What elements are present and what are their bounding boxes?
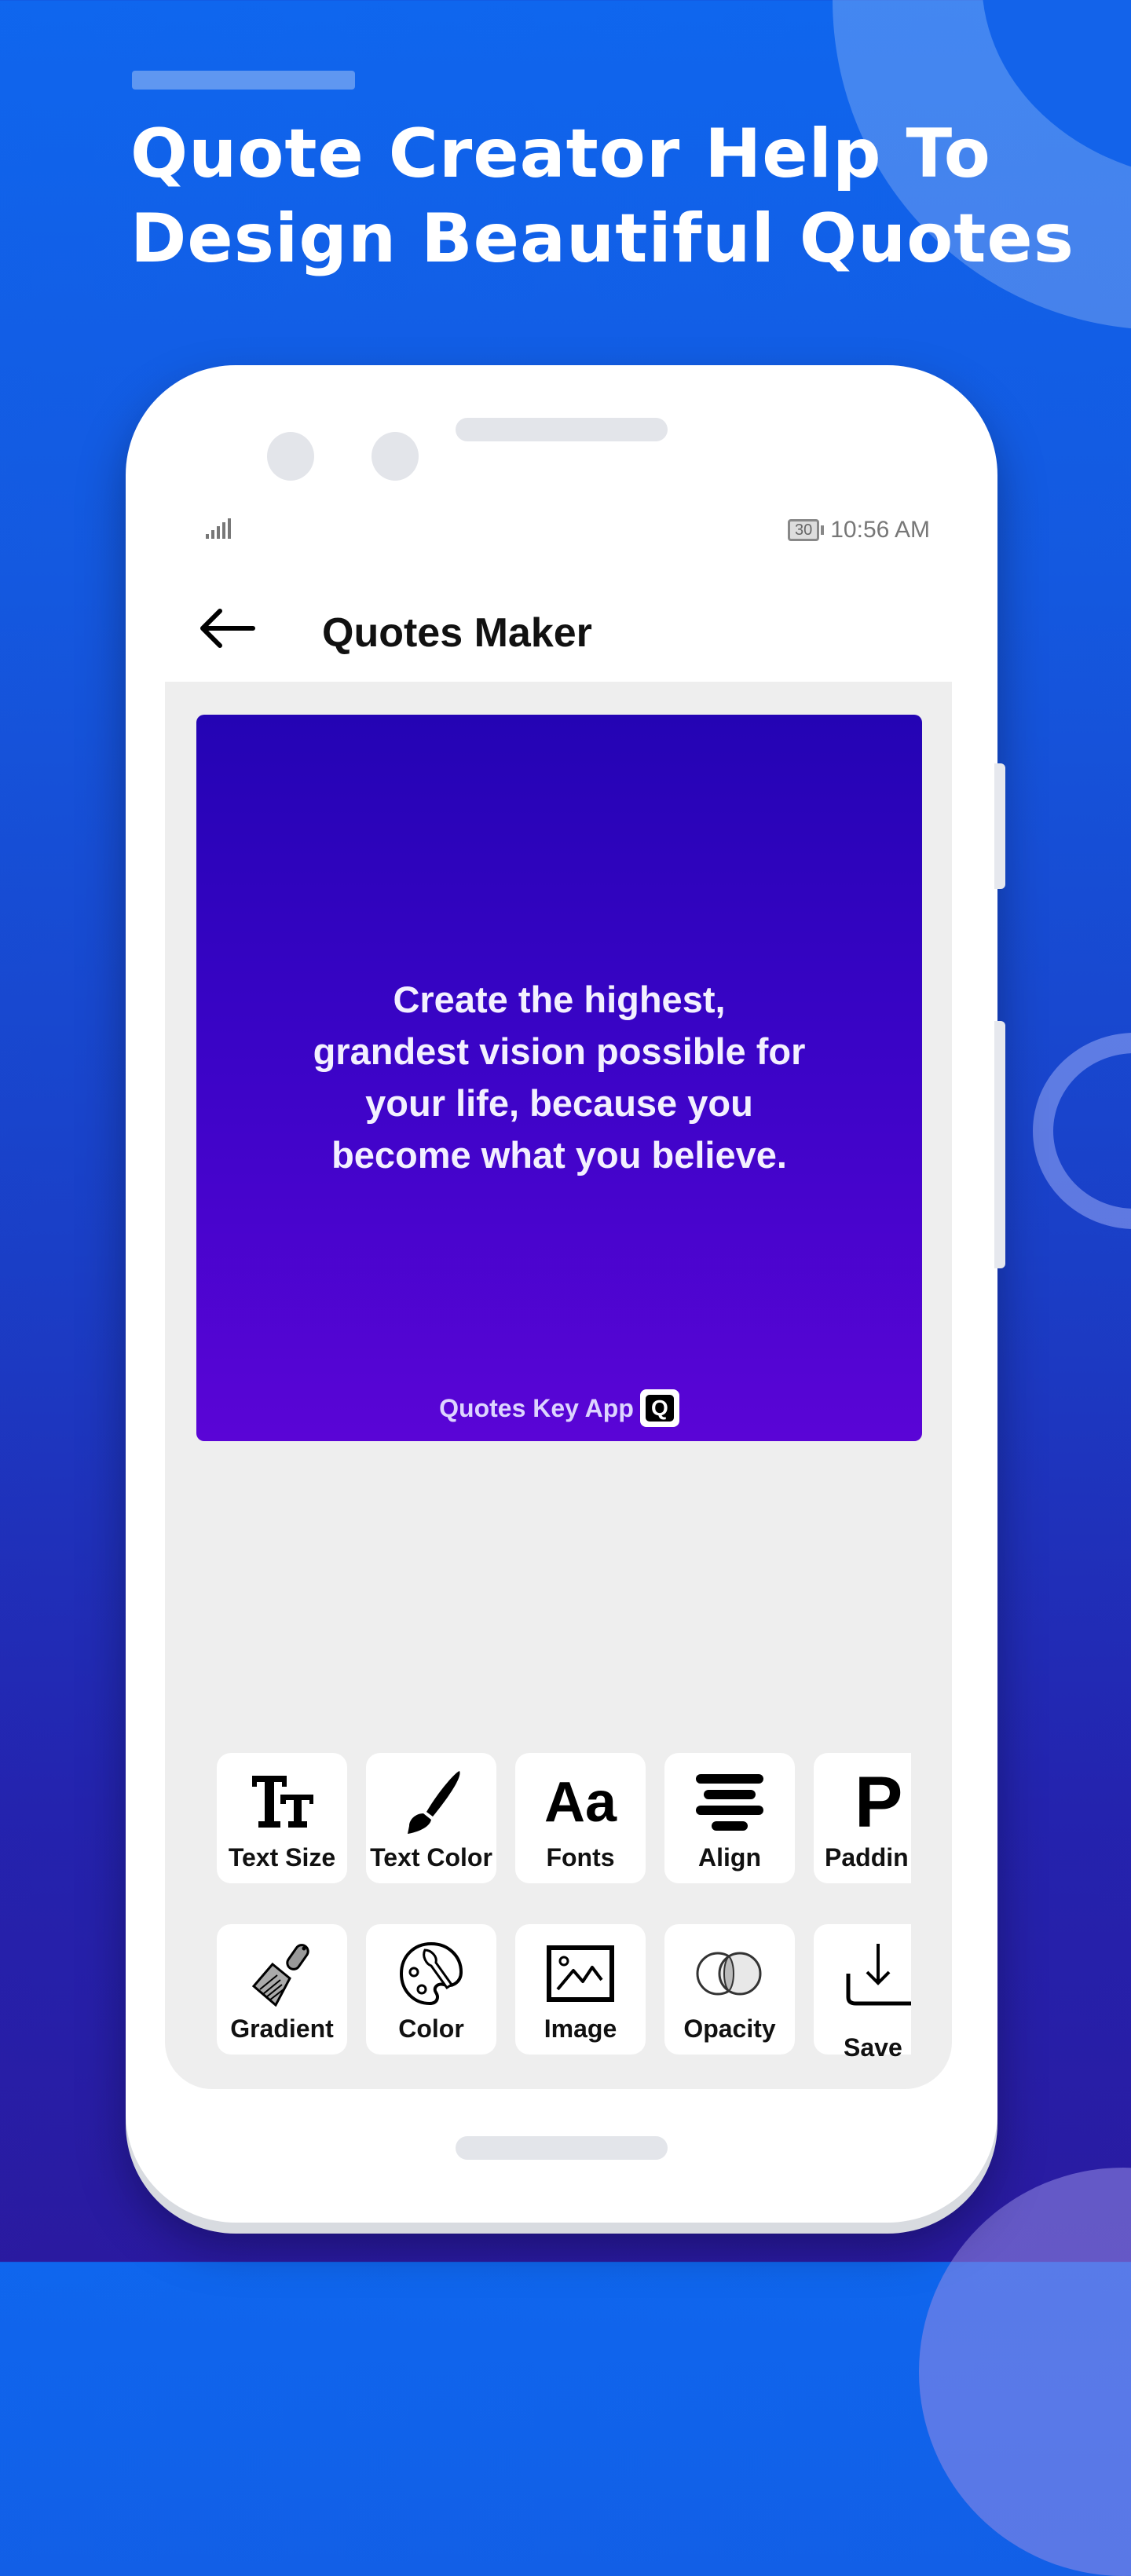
text-size-icon (217, 1769, 347, 1836)
quote-line: become what you believe. (331, 1134, 787, 1176)
tool-label: Align (698, 1843, 761, 1872)
opacity-circles-icon (664, 1940, 795, 2007)
tool-row-1: Text Size Text Color Aa Fonts Align P Pa… (217, 1753, 911, 1886)
app-bar: Quotes Maker (165, 589, 952, 668)
battery-level: 30 (787, 519, 820, 541)
quote-line: grandest vision possible for (313, 1030, 806, 1072)
phone-home-indicator (456, 2136, 668, 2160)
text-color-button[interactable]: Text Color (366, 1753, 496, 1883)
signal-bars-icon (206, 518, 231, 539)
headline-line: Quote Creator Help To (130, 115, 991, 193)
tool-label: Text Size (228, 1843, 336, 1872)
phone-speaker (456, 418, 668, 441)
download-icon (814, 1940, 911, 2007)
phone-side-button (994, 1021, 1005, 1268)
headline-line: Design Beautiful Quotes (130, 199, 1074, 278)
tool-label: Save (844, 2033, 902, 2058)
tool-row-2: Gradient Color Image Opacity Save (217, 1924, 911, 2058)
quote-line: Create the highest, (393, 979, 726, 1020)
phone-side-button (994, 763, 1005, 889)
phone-camera (267, 432, 314, 481)
battery-icon: 30 (787, 519, 825, 541)
watermark-text: Quotes Key App (439, 1393, 634, 1422)
tool-label: Text Color (370, 1843, 492, 1872)
phone-sensor (372, 432, 419, 481)
font-aa-icon: Aa (544, 1771, 617, 1834)
opacity-button[interactable]: Opacity (664, 1924, 795, 2055)
app-logo-letter: Q (645, 1395, 674, 1422)
tool-label: Fonts (546, 1843, 615, 1872)
gradient-button[interactable]: Gradient (217, 1924, 347, 2055)
fonts-button[interactable]: Aa Fonts (515, 1753, 646, 1883)
image-icon (515, 1940, 646, 2007)
save-button[interactable]: Save (814, 1924, 911, 2058)
tool-label: Color (398, 2014, 464, 2043)
quote-canvas[interactable]: Create the highest, grandest vision poss… (196, 715, 922, 1441)
quote-line: your life, because you (365, 1082, 753, 1124)
padding-p-icon: P (855, 1762, 903, 1842)
text-size-button[interactable]: Text Size (217, 1753, 347, 1883)
image-button[interactable]: Image (515, 1924, 646, 2055)
status-bar: 30 10:56 AM (165, 510, 952, 558)
tool-label: Gradient (230, 2014, 334, 2043)
color-button[interactable]: Color (366, 1924, 496, 2055)
quote-text[interactable]: Create the highest, grandest vision poss… (243, 974, 875, 1181)
arrow-left-icon (200, 609, 255, 648)
headline-accent-bar (132, 71, 355, 90)
tool-label: Opacity (683, 2014, 776, 2043)
watermark: Quotes Key App Q (196, 1389, 922, 1427)
tool-label: Paddin (825, 1843, 909, 1872)
align-button[interactable]: Align (664, 1753, 795, 1883)
decorative-circle-bottom (919, 2168, 1131, 2576)
align-center-icon (664, 1769, 795, 1836)
app-logo-icon: Q (639, 1389, 679, 1427)
padding-button[interactable]: P Paddin (814, 1753, 911, 1883)
paint-brush-icon (366, 1769, 496, 1836)
tool-label: Image (544, 2014, 617, 2043)
palette-icon (366, 1940, 496, 2007)
page-title: Quotes Maker (322, 610, 592, 656)
status-time: 10:56 AM (830, 517, 930, 543)
headline: Quote Creator Help To Design Beautiful Q… (130, 112, 1074, 281)
gradient-brush-icon (217, 1940, 347, 2007)
decorative-ring (1033, 1033, 1131, 1229)
back-button[interactable] (196, 606, 256, 650)
